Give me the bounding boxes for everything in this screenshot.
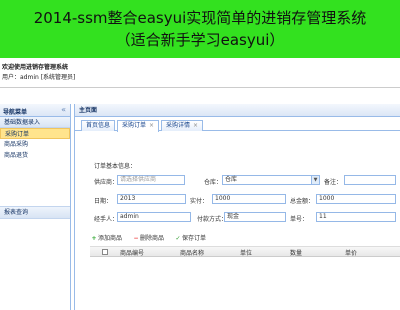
save-order-label: 保存订单 — [182, 235, 207, 242]
column-header-unit[interactable]: 单位 — [240, 248, 252, 257]
operator-label: 经手人： — [94, 216, 119, 223]
tab-home[interactable]: 首页信息 — [81, 120, 116, 131]
add-product-button[interactable]: +添加商品 — [90, 233, 122, 245]
operator-input[interactable]: admin — [117, 212, 191, 222]
sidebar-group-reports[interactable]: 报表查询 — [0, 206, 70, 219]
delete-product-label: 删除商品 — [140, 235, 165, 242]
date-input[interactable]: 2013 — [117, 194, 186, 204]
sidebar-header: 导航菜单 « — [0, 104, 70, 117]
tab-purchase-order[interactable]: 采购订单 × — [117, 120, 160, 132]
select-all-checkbox[interactable] — [102, 249, 108, 255]
remark-label: 备注： — [324, 179, 343, 186]
collapse-icon[interactable]: « — [61, 105, 66, 114]
save-order-button[interactable]: ✓保存订单 — [174, 233, 206, 245]
tab-purchase-detail[interactable]: 采购详情 × — [161, 120, 204, 131]
tab-purchase-detail-label: 采购详情 — [166, 122, 191, 129]
sidebar-group-basic-data[interactable]: 基础数据录入 — [0, 117, 70, 128]
title-banner: 2014-ssm整合easyui实现简单的进销存管理系统 （适合新手学习easy… — [0, 0, 400, 58]
app-header: 欢迎使用进销存管理系统 用户：admin [系统管理员] — [0, 58, 400, 88]
banner-title: 2014-ssm整合easyui实现简单的进销存管理系统 — [33, 9, 367, 27]
payment-input[interactable]: 1000 — [212, 194, 286, 204]
number-input[interactable]: 11 — [316, 212, 396, 222]
column-header-quantity[interactable]: 数量 — [290, 248, 302, 257]
tab-bar: 首页信息 采购订单 × 采购详情 × — [75, 117, 400, 132]
date-label: 日期： — [94, 198, 113, 205]
supplier-input[interactable]: 请选择供应商 — [117, 175, 185, 185]
remark-input[interactable] — [344, 175, 396, 185]
warehouse-select[interactable]: 仓库 ▼ — [222, 175, 320, 185]
total-input[interactable]: 1000 — [316, 194, 396, 204]
sidebar-title: 导航菜单 — [3, 109, 28, 116]
sidebar-item-purchase[interactable]: 商品采购 — [0, 139, 70, 150]
form-legend: 订单基本信息： — [94, 163, 137, 170]
minus-icon: − — [133, 235, 139, 242]
sidebar-item-purchase-order[interactable]: 采购订单 — [0, 128, 70, 139]
add-product-label: 添加商品 — [98, 235, 123, 242]
column-header-code[interactable]: 商品编号 — [120, 248, 144, 257]
pay-method-input[interactable]: 现金 — [224, 212, 286, 222]
delete-product-button[interactable]: −删除商品 — [132, 233, 164, 245]
check-icon: ✓ — [175, 235, 181, 242]
total-label: 总金额： — [290, 198, 315, 205]
chevron-down-icon[interactable]: ▼ — [311, 176, 319, 184]
sidebar-item-return[interactable]: 商品退货 — [0, 150, 70, 161]
column-header-name[interactable]: 商品名称 — [180, 248, 204, 257]
close-icon[interactable]: × — [193, 122, 198, 129]
warehouse-label: 仓库： — [204, 179, 223, 186]
number-label: 单号： — [290, 216, 309, 223]
main-panel: 主页面 首页信息 采购订单 × 采购详情 × — [74, 104, 400, 310]
tab-purchase-order-label: 采购订单 — [122, 122, 147, 129]
tab-home-label: 首页信息 — [86, 122, 111, 129]
pay-method-label: 付款方式： — [197, 216, 228, 223]
plus-icon: + — [91, 235, 97, 242]
banner-subtitle: （适合新手学习easyui） — [115, 31, 285, 49]
warehouse-value: 仓库 — [225, 176, 238, 183]
system-title: 欢迎使用进销存管理系统 — [2, 64, 69, 71]
sidebar: 导航菜单 « 基础数据录入 采购订单 商品采购 商品退货 报表查询 — [0, 104, 71, 310]
close-icon[interactable]: × — [149, 122, 154, 129]
grid-header: 商品编号 商品名称 单位 数量 单价 — [90, 246, 400, 257]
main-title: 主页面 — [75, 104, 400, 117]
user-info: 用户：admin [系统管理员] — [2, 74, 76, 81]
column-header-price[interactable]: 单价 — [345, 248, 357, 257]
supplier-label: 供应商： — [94, 179, 119, 186]
payment-label: 实付： — [190, 198, 209, 205]
